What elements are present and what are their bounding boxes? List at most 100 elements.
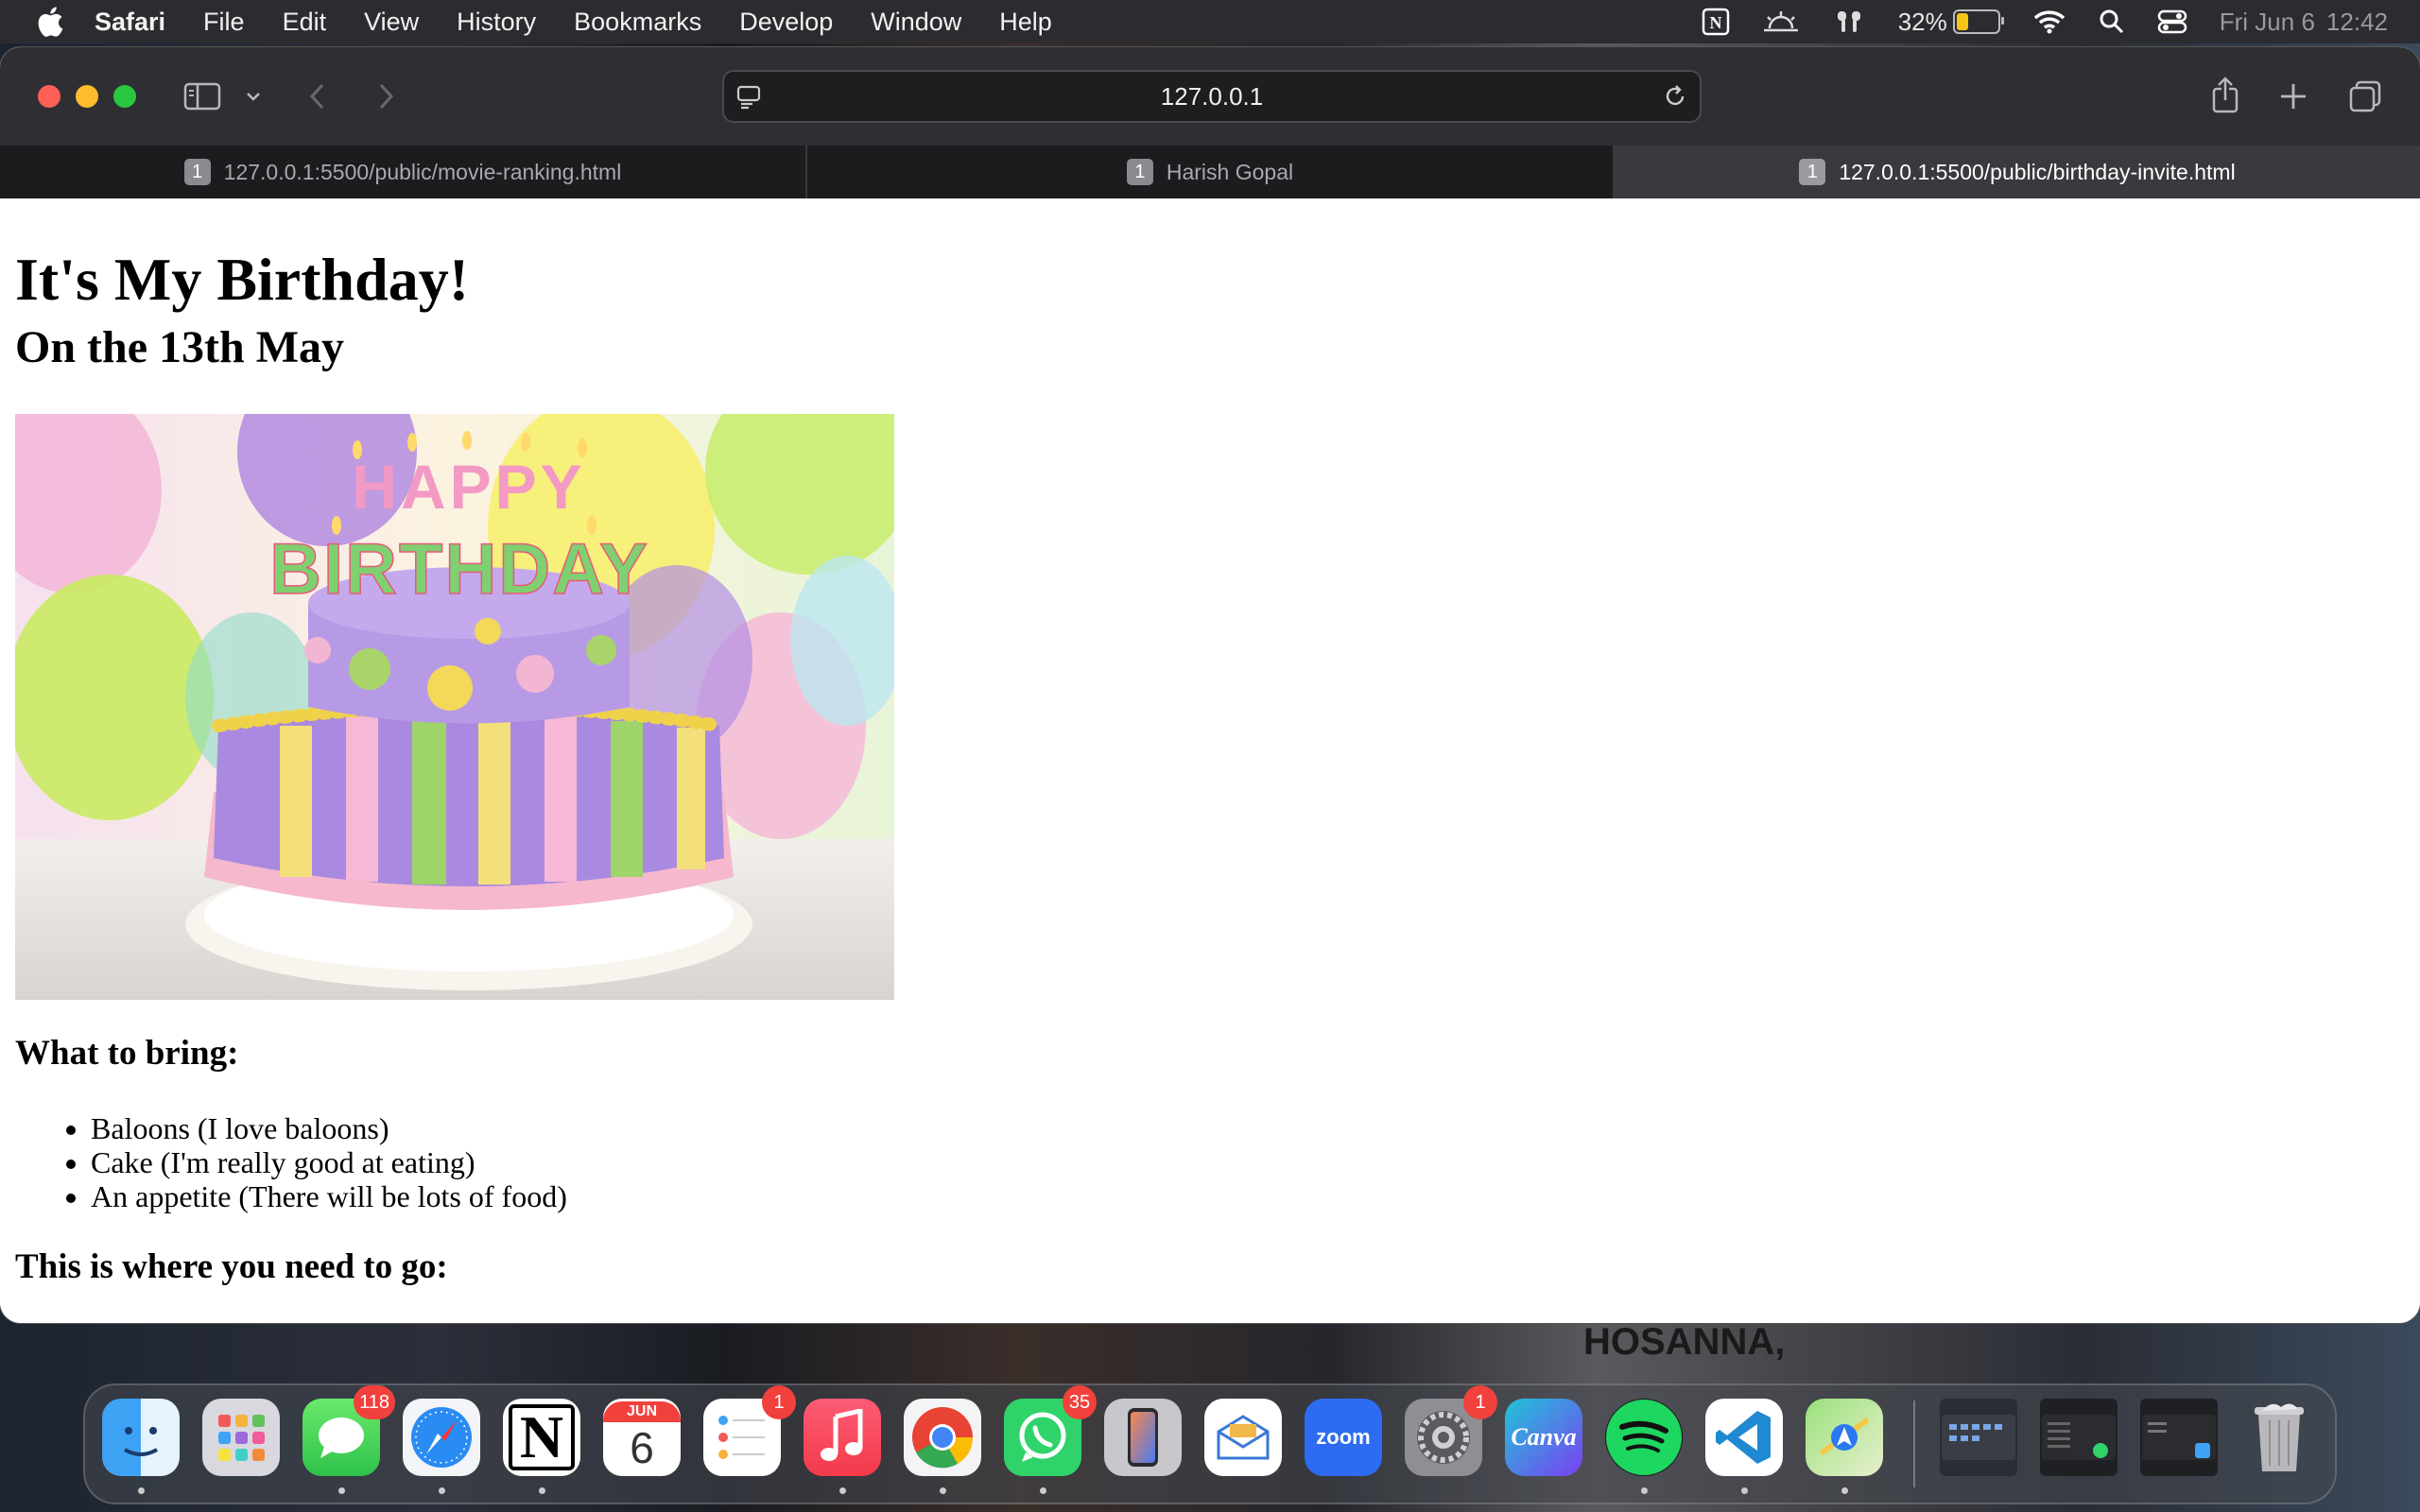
dock-reminders[interactable]: 1: [703, 1385, 796, 1476]
apple-icon[interactable]: [36, 6, 64, 38]
page-menu-icon[interactable]: [735, 83, 762, 110]
control-center-icon[interactable]: [2157, 8, 2187, 36]
dock-whatsapp-window-thumbnail[interactable]: [2040, 1399, 2118, 1476]
calendar-day: 6: [630, 1423, 654, 1472]
reminders-badge: 1: [762, 1385, 796, 1419]
svg-text:HAPPY: HAPPY: [352, 452, 585, 522]
window-thumbnail-icon: [2042, 1415, 2116, 1460]
back-icon[interactable]: [306, 81, 329, 112]
dock-safari[interactable]: [403, 1399, 480, 1476]
web-page-content: It's My Birthday! On the 13th May HAPPY …: [0, 198, 2420, 1323]
window-thumbnail-icon: [1942, 1415, 2015, 1460]
reload-icon[interactable]: [1662, 83, 1688, 110]
dock-notion[interactable]: N: [503, 1399, 580, 1476]
battery-icon: [1952, 9, 2004, 34]
zoom-icon: zoom: [1316, 1425, 1371, 1449]
tab-count-badge: 1: [183, 159, 211, 185]
iphone-mirroring-icon: [1128, 1408, 1158, 1467]
menu-bookmarks[interactable]: Bookmarks: [574, 8, 701, 37]
running-indicator: [940, 1487, 946, 1494]
wifi-icon[interactable]: [2032, 8, 2066, 36]
dock-finder[interactable]: [102, 1399, 180, 1476]
directions-heading: This is where you need to go:: [15, 1247, 448, 1286]
wallpaper-text: HOSANNA,: [1583, 1321, 1786, 1363]
dock-calendar[interactable]: JUN 6: [603, 1399, 681, 1476]
list-item: An appetite (There will be lots of food): [91, 1179, 567, 1213]
maps-icon: [1819, 1417, 1870, 1456]
dock-separator: [1913, 1400, 1915, 1487]
running-indicator: [138, 1487, 145, 1494]
dock-music[interactable]: [804, 1399, 881, 1476]
forward-icon[interactable]: [374, 81, 397, 112]
notion-icon: N: [509, 1403, 575, 1470]
notion-status-icon[interactable]: N: [1702, 8, 1730, 36]
address-text: 127.0.0.1: [1160, 81, 1264, 111]
finder-icon: [123, 1427, 159, 1456]
address-bar[interactable]: 127.0.0.1: [722, 70, 1702, 123]
page-title: It's My Birthday!: [15, 246, 469, 313]
tab-harish-gopal[interactable]: 1 Harish Gopal: [807, 146, 1615, 198]
airpods-icon[interactable]: [1832, 8, 1866, 36]
menu-file[interactable]: File: [203, 8, 245, 37]
birthday-cake-image: HAPPY BIRTHDAY BIRTHDAY: [15, 414, 894, 1000]
launchpad-icon: [218, 1415, 265, 1461]
dock-finder-window-thumbnail[interactable]: [1940, 1399, 2017, 1476]
bring-list: Baloons (I love baloons) Cake (I'm reall…: [15, 1111, 567, 1213]
safari-toolbar: 127.0.0.1: [0, 47, 2420, 146]
dock-trash[interactable]: [2240, 1399, 2318, 1476]
battery-status[interactable]: 32%: [1897, 7, 2004, 37]
brightness-icon[interactable]: [1762, 8, 1800, 36]
spotlight-search-icon[interactable]: [2099, 8, 2125, 36]
dock-zoom[interactable]: zoom: [1305, 1399, 1382, 1476]
close-window-button[interactable]: [38, 85, 60, 108]
chevron-down-icon[interactable]: [244, 87, 263, 106]
share-icon[interactable]: [2208, 76, 2242, 115]
running-indicator: [439, 1487, 445, 1494]
running-indicator: [338, 1487, 345, 1494]
dock-messages[interactable]: 118: [302, 1385, 395, 1476]
dock-launchpad[interactable]: [202, 1399, 280, 1476]
svg-text:BIRTHDAY: BIRTHDAY: [269, 529, 649, 610]
running-indicator: [839, 1487, 846, 1494]
menu-develop[interactable]: Develop: [739, 8, 833, 37]
dock-mail[interactable]: [1204, 1399, 1282, 1476]
battery-percent: 32%: [1897, 7, 1947, 36]
dock-system-settings[interactable]: 1: [1405, 1385, 1497, 1476]
running-indicator: [539, 1487, 545, 1494]
tab-birthday-invite[interactable]: 1 127.0.0.1:5500/public/birthday-invite.…: [1615, 146, 2420, 198]
menu-edit[interactable]: Edit: [283, 8, 327, 37]
menu-app-name[interactable]: Safari: [95, 8, 165, 37]
tab-label: 127.0.0.1:5500/public/movie-ranking.html: [223, 159, 622, 184]
dock-finder-window-thumbnail-2[interactable]: [2140, 1399, 2218, 1476]
new-tab-icon[interactable]: [2278, 81, 2308, 112]
tab-movie-ranking[interactable]: 1 127.0.0.1:5500/public/movie-ranking.ht…: [0, 146, 807, 198]
minimize-window-button[interactable]: [76, 85, 98, 108]
menu-help[interactable]: Help: [999, 8, 1052, 37]
clock-date: Fri Jun 6: [2219, 7, 2315, 36]
dock-maps[interactable]: [1806, 1399, 1883, 1476]
sidebar-toggle-icon[interactable]: [183, 81, 221, 112]
list-item: Baloons (I love baloons): [91, 1111, 567, 1145]
dock-canva[interactable]: Canva: [1505, 1399, 1582, 1476]
clock-time: 12:42: [2325, 7, 2388, 36]
svg-text:N: N: [1709, 13, 1721, 32]
dock-vscode[interactable]: [1705, 1399, 1783, 1476]
tab-overview-icon[interactable]: [2348, 79, 2382, 113]
dock-spotify[interactable]: [1605, 1399, 1683, 1476]
dock-whatsapp[interactable]: 35: [1004, 1385, 1097, 1476]
spotify-icon: [1606, 1400, 1682, 1475]
tab-bar: 1 127.0.0.1:5500/public/movie-ranking.ht…: [0, 146, 2420, 198]
running-indicator: [1641, 1487, 1648, 1494]
dock-iphone-mirroring[interactable]: [1104, 1399, 1182, 1476]
dock: 118 N JUN 6 1 35 zoom 1 Canva: [83, 1383, 2337, 1504]
running-indicator: [1040, 1487, 1046, 1494]
zoom-window-button[interactable]: [113, 85, 136, 108]
settings-gear-icon: [1417, 1411, 1470, 1464]
menu-view[interactable]: View: [364, 8, 419, 37]
clock[interactable]: Fri Jun 6 12:42: [2220, 8, 2388, 37]
menu-history[interactable]: History: [457, 8, 536, 37]
running-indicator: [1841, 1487, 1848, 1494]
menu-window[interactable]: Window: [871, 8, 961, 37]
dock-chrome[interactable]: [904, 1399, 981, 1476]
canva-icon: Canva: [1511, 1423, 1577, 1451]
